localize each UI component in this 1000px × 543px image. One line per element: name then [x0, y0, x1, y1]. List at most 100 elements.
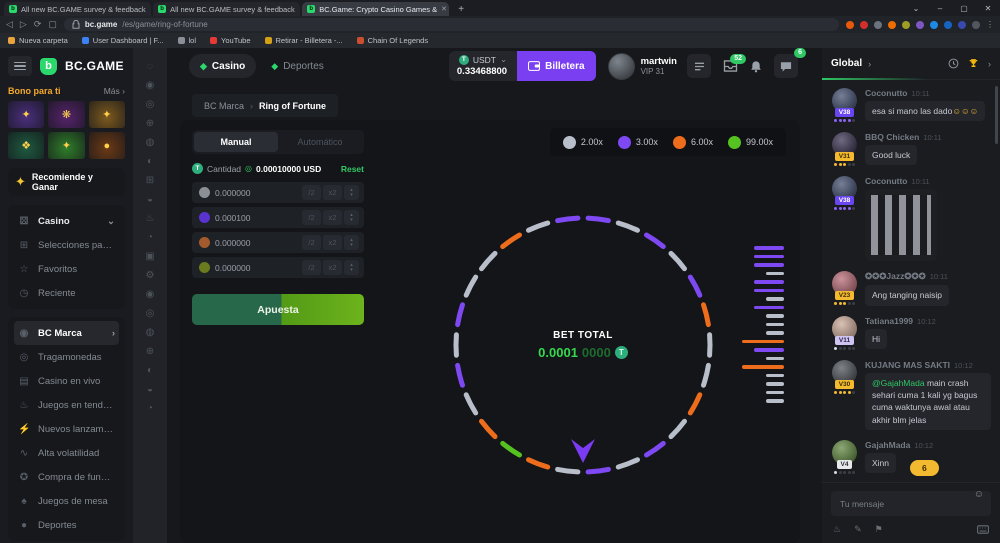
provider-icon[interactable]: ◌ — [147, 62, 153, 72]
provider-icon[interactable]: ♨ — [146, 214, 155, 224]
chat-username[interactable]: GajahMada10:12 — [865, 440, 991, 450]
provider-icon[interactable]: ◎ — [146, 309, 155, 319]
sidebar-item[interactable]: ♨ Juegos en tendencia — [14, 393, 119, 417]
sidebar-item[interactable]: ▤ Casino en vivo — [14, 369, 119, 393]
browser-tab[interactable]: b All new BC.GAME survey & feedback — [4, 2, 151, 16]
collapse-chat-icon[interactable]: › — [988, 59, 991, 69]
maximize-button[interactable]: ▢ — [952, 4, 976, 13]
sidebar-item[interactable]: ◷ Reciente — [14, 281, 119, 305]
extension-icon[interactable] — [860, 21, 868, 29]
provider-icon[interactable]: ◐ — [147, 366, 153, 376]
emoji-picker-icon[interactable]: ☺ — [974, 489, 984, 500]
sidebar-item[interactable]: ◎ Tragamonedas — [14, 345, 119, 369]
chat-username[interactable]: Coconutto10:11 — [865, 176, 991, 186]
bookmark-item[interactable]: Chain Of Legends — [357, 36, 428, 45]
sidebar-item[interactable]: ⊞ Selecciones para usted — [14, 233, 119, 257]
amount-stepper[interactable]: ▴▾ — [344, 235, 359, 250]
extension-icon[interactable] — [958, 21, 966, 29]
inbox-button[interactable]: 52 — [723, 60, 738, 72]
reload-icon[interactable]: ⟳ — [34, 19, 42, 30]
trophy-icon[interactable] — [968, 58, 979, 69]
bonus-tile[interactable]: ❖ — [8, 132, 44, 159]
provider-icon[interactable]: ⚙ — [146, 271, 155, 281]
bonus-tile[interactable]: ✦ — [8, 101, 44, 128]
double-button[interactable]: x2 — [323, 260, 342, 275]
chat-history-icon[interactable] — [948, 58, 959, 69]
new-messages-pill[interactable]: 6 — [910, 460, 939, 476]
provider-icon[interactable]: ◉ — [146, 81, 155, 91]
chat-username[interactable]: Tatiana199910:12 — [865, 316, 991, 326]
chat-username[interactable]: ✪✪✪Jazz✪✪✪10:11 — [865, 271, 991, 282]
extension-icon[interactable] — [930, 21, 938, 29]
sidebar-item-casino[interactable]: ⚄ Casino ⌄ — [14, 209, 119, 233]
bonus-tile[interactable]: ● — [89, 132, 125, 159]
extension-icon[interactable] — [902, 21, 910, 29]
bookmark-item[interactable]: YouTube — [210, 36, 250, 45]
half-button[interactable]: /2 — [302, 235, 321, 250]
browser-tab[interactable]: b All new BC.GAME survey & feedback — [153, 2, 300, 16]
browser-tab[interactable]: b BC.Game: Crypto Casino Games & ✕ — [302, 2, 449, 16]
chat-scrollbar[interactable] — [995, 86, 998, 144]
sidebar-item[interactable]: ◉ BC Marca › — [14, 321, 119, 345]
minimize-button[interactable]: – — [928, 4, 952, 13]
sidebar-item[interactable]: ♠ Juegos de mesa — [14, 489, 119, 513]
double-button[interactable]: x2 — [323, 210, 342, 225]
extension-icon[interactable] — [916, 21, 924, 29]
extension-icon[interactable] — [874, 21, 882, 29]
chat-username[interactable]: KUJANG MAS SAKTI10:12 — [865, 360, 991, 370]
chat-username[interactable]: Coconutto10:11 — [865, 88, 991, 98]
chat-image[interactable] — [865, 189, 937, 261]
wallet-button[interactable]: Billetera — [517, 51, 595, 81]
chat-username[interactable]: BBQ Chicken10:11 — [865, 132, 991, 142]
sidebar-item[interactable]: ☆ Favoritos — [14, 257, 119, 281]
provider-icon[interactable]: ◐ — [147, 157, 153, 167]
sidebar-item[interactable]: ● Deportes — [14, 513, 119, 537]
bonus-tile[interactable]: ❋ — [48, 101, 84, 128]
refer-and-earn-button[interactable]: ✦ Recomiende y Ganar — [8, 168, 125, 196]
bookmark-item[interactable]: lol — [178, 36, 197, 45]
bookmark-item[interactable]: Nueva carpeta — [8, 36, 68, 45]
gift-icon[interactable]: ⚑ — [875, 524, 883, 535]
sidebar-item[interactable]: ∿ Alta volatilidad — [14, 441, 119, 465]
provider-icon[interactable]: ▣ — [145, 252, 154, 262]
provider-icon[interactable]: ◔ — [147, 404, 153, 414]
sidebar-item[interactable]: ⚡ Nuevos lanzamientos — [14, 417, 119, 441]
provider-icon[interactable]: ⊕ — [146, 347, 154, 357]
bonus-tile[interactable]: ✦ — [48, 132, 84, 159]
forward-icon[interactable]: ▷ — [20, 19, 27, 30]
bcgame-logo-icon[interactable]: b — [40, 58, 57, 75]
save-page-icon[interactable]: ▢ — [48, 19, 57, 30]
provider-icon[interactable]: ◍ — [146, 138, 155, 148]
double-button[interactable]: x2 — [323, 235, 342, 250]
bet-amount-input[interactable]: 0.000100 — [215, 213, 250, 223]
provider-icon[interactable]: ◉ — [146, 290, 155, 300]
chevron-right-icon[interactable]: › — [868, 59, 871, 69]
balance-selector[interactable]: T USDT ⌄ 0.33468800 — [449, 51, 517, 81]
amount-stepper[interactable]: ▴▾ — [344, 260, 359, 275]
chat-rules-icon[interactable]: ✎ — [854, 524, 862, 535]
extension-icon[interactable] — [944, 21, 952, 29]
top-nav-item[interactable]: ◆ Deportes — [260, 54, 335, 78]
amount-stepper[interactable]: ▴▾ — [344, 210, 359, 225]
provider-icon[interactable]: ◔ — [147, 233, 153, 243]
user-block[interactable]: martwin VIP 31 — [608, 53, 677, 80]
provider-icon[interactable]: ⊞ — [146, 176, 154, 186]
provider-icon[interactable]: ◒ — [147, 385, 153, 395]
provider-icon[interactable]: ◎ — [146, 100, 155, 110]
amount-stepper[interactable]: ▴▾ — [344, 185, 359, 200]
tab-close-icon[interactable]: ✕ — [437, 5, 447, 13]
hot-topics-icon[interactable]: ♨ — [833, 524, 841, 535]
bet-button[interactable]: Apuesta — [192, 294, 364, 325]
info-icon[interactable]: ◎ — [245, 164, 252, 173]
bet-mode-tab[interactable]: Automático — [278, 132, 362, 152]
avatar[interactable] — [608, 53, 635, 80]
bookmark-item[interactable]: User Dashboard | F... — [82, 36, 164, 45]
chat-toggle-button[interactable]: 6 — [774, 54, 798, 78]
chat-input[interactable] — [831, 491, 991, 516]
bcgame-logo-text[interactable]: BC.GAME — [65, 59, 124, 73]
keyboard-icon[interactable] — [977, 525, 989, 534]
breadcrumb-parent[interactable]: BC Marca — [204, 101, 244, 111]
close-button[interactable]: ✕ — [976, 4, 1000, 13]
browser-menu-chevron[interactable]: ⌄ — [904, 4, 928, 13]
bet-amount-input[interactable]: 0.000000 — [215, 263, 250, 273]
